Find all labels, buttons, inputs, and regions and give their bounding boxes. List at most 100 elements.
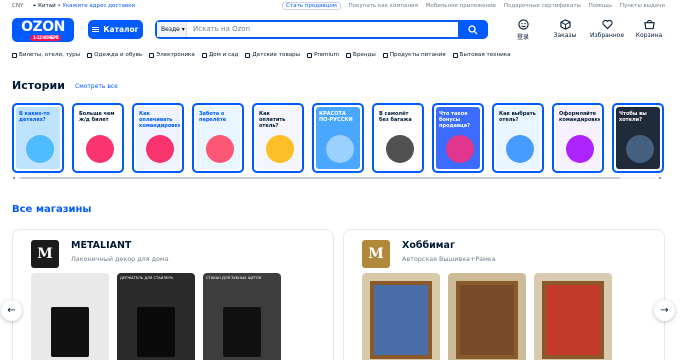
story-illustration [446, 135, 474, 163]
become-seller-link[interactable]: Стать продавцом [282, 2, 341, 10]
story-card[interactable]: Больше чем ж/д билет [72, 103, 124, 173]
story-cover: Как оплатить отель? [256, 107, 300, 169]
ticket-icon [12, 52, 17, 58]
story-card[interactable]: Забота о перелёте [192, 103, 244, 173]
category-item[interactable]: Детские товары [245, 50, 300, 60]
story-cover: В каких-то деталях? [16, 107, 60, 169]
category-item[interactable]: Бытовая техника [452, 50, 511, 60]
category-item[interactable]: Одежда и обувь [87, 50, 142, 60]
category-item[interactable]: Билеты, отели, туры [12, 50, 80, 60]
cart-label: Корзина [635, 32, 663, 39]
story-card[interactable]: Как оплачивать командировки [132, 103, 184, 173]
shop-logo: M [362, 240, 390, 268]
cart-icon [643, 19, 655, 30]
product-caption: Стакан для зубных щеток [206, 276, 262, 280]
catalog-button[interactable]: Каталог [88, 20, 143, 39]
category-nav: Билеты, отели, туры Одежда и обувь Элект… [12, 50, 511, 60]
story-text: Чтобы вы хотели? [619, 111, 647, 123]
header: OZON 1–12 НОЯБРЯ Каталог Везде ▾ Искать … [0, 14, 683, 46]
shops-title[interactable]: Все магазины [12, 204, 91, 215]
business-link[interactable]: Покупать как компания [349, 3, 418, 9]
story-text: Как оплатить отель? [259, 111, 286, 129]
orders-button[interactable]: Заказы [544, 18, 586, 41]
product-object [51, 307, 89, 357]
login-label: 登录 [516, 34, 529, 41]
header-actions: 登录 Заказы Избранное Корзина [502, 18, 670, 41]
catalog-label: Каталог [103, 25, 139, 34]
currency-selector[interactable]: CNY [12, 3, 23, 9]
login-button[interactable]: 登录 [502, 18, 544, 41]
story-text: Что такое бонусы продавца? [439, 111, 471, 129]
orders-label: Заказы [553, 32, 577, 39]
gift-cards-link[interactable]: Подарочные сертификаты [504, 3, 581, 9]
product-image[interactable] [534, 273, 612, 360]
product-object [137, 307, 175, 357]
next-arrow-button[interactable]: → [654, 300, 675, 321]
story-illustration [86, 135, 114, 163]
product-image[interactable] [362, 273, 440, 360]
story-cover: В самолёт без багажа [376, 107, 420, 169]
story-text: Как оплачивать командировки [139, 111, 180, 129]
product-image[interactable]: Стакан для зубных щеток [203, 273, 281, 360]
shop-card[interactable]: M METALIANT Лаконичный декор для дома Де… [12, 229, 334, 360]
shop-description: Лаконичный декор для дома [71, 255, 169, 263]
search-button[interactable] [458, 20, 488, 39]
search-input[interactable]: Искать на Ozon [193, 22, 250, 37]
ozon-logo[interactable]: OZON 1–12 НОЯБРЯ [12, 18, 74, 42]
story-cover: КРАСОТА ПО-РУССКИ [316, 107, 360, 169]
category-item[interactable]: Электроника [149, 50, 195, 60]
story-text: В самолёт без багажа [379, 111, 412, 123]
story-text: КРАСОТА ПО-РУССКИ [319, 111, 353, 123]
product-image[interactable] [448, 273, 526, 360]
scroll-left-icon[interactable]: ◀ [12, 175, 15, 180]
shop-card[interactable]: M Хоббимаг Авторская Вышивка+Рамка [343, 229, 665, 360]
pickup-points-link[interactable]: Пункты выдачи [620, 3, 665, 9]
category-item[interactable]: Бренды [346, 50, 376, 60]
location[interactable]: ⌖ Китай • Укажите адрес доставки [33, 3, 135, 10]
category-item[interactable]: Продукты питания [382, 50, 446, 60]
story-card[interactable]: Как выбрать отель? [492, 103, 544, 173]
premium-icon [307, 52, 313, 58]
story-cover: Оформляйте командировки [556, 107, 600, 169]
story-card[interactable]: В каких-то деталях? [12, 103, 64, 173]
see-all-stories-link[interactable]: Смотреть все [75, 83, 118, 90]
story-card[interactable]: Что такое бонусы продавца? [432, 103, 484, 173]
story-illustration [326, 135, 354, 163]
product-image[interactable]: Держатель для стайлера [117, 273, 195, 360]
story-card[interactable]: Оформляйте командировки [552, 103, 604, 173]
scroll-thumb[interactable] [20, 177, 620, 179]
category-item[interactable]: Premium [307, 50, 339, 60]
search-scope-select[interactable]: Везде ▾ [157, 22, 187, 37]
address-link[interactable]: Укажите адрес доставки [63, 3, 136, 9]
city-name: Китай [38, 3, 56, 9]
mobile-app-link[interactable]: Мобильное приложение [426, 3, 496, 9]
story-cover: Как выбрать отель? [496, 107, 540, 169]
arrow-left-icon: ← [7, 305, 16, 316]
stories-scrollbar[interactable]: ◀ ▶ [12, 175, 662, 180]
shop-products: Держатель для стайлера Стакан для зубных … [31, 273, 281, 360]
top-links: Стать продавцом Покупать как компания Мо… [276, 2, 665, 10]
product-object [370, 281, 432, 359]
product-object [223, 307, 261, 357]
story-card[interactable]: В самолёт без багажа [372, 103, 424, 173]
story-card[interactable]: КРАСОТА ПО-РУССКИ [312, 103, 364, 173]
story-card[interactable]: Чтобы вы хотели? [612, 103, 664, 173]
prev-arrow-button[interactable]: ← [1, 300, 22, 321]
category-item[interactable]: Дом и сад [201, 50, 238, 60]
story-card[interactable]: Как оплатить отель? [252, 103, 304, 173]
help-link[interactable]: Помощь [589, 3, 612, 9]
story-illustration [266, 135, 294, 163]
cart-button[interactable]: Корзина [628, 18, 670, 41]
story-text: Как выбрать отель? [499, 111, 536, 123]
product-image[interactable] [31, 273, 109, 360]
shop-products [362, 273, 612, 360]
shop-description: Авторская Вышивка+Рамка [402, 255, 496, 263]
favorites-button[interactable]: Избранное [586, 18, 628, 41]
logo-promo: 1–12 НОЯБРЯ [30, 35, 62, 41]
story-illustration [506, 135, 534, 163]
logo-text: OZON [21, 19, 65, 35]
story-cover: Больше чем ж/д билет [76, 107, 120, 169]
scroll-right-icon[interactable]: ▶ [659, 175, 662, 180]
story-text: Оформляйте командировки [559, 111, 600, 123]
home-icon [201, 52, 207, 58]
